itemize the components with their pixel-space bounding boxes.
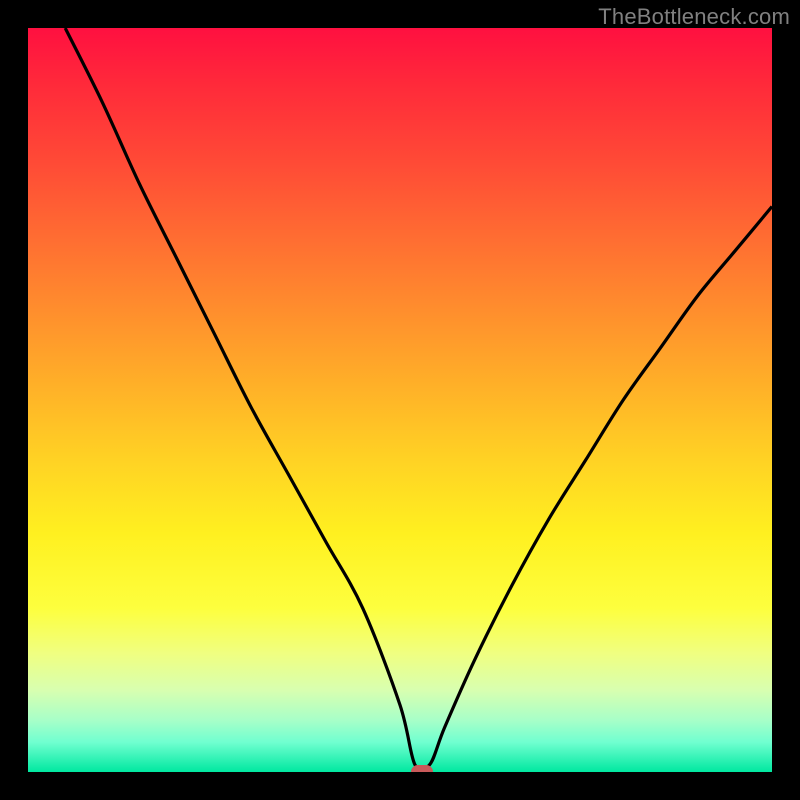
chart-frame: TheBottleneck.com: [0, 0, 800, 800]
optimum-marker: [411, 765, 433, 772]
watermark-text: TheBottleneck.com: [598, 4, 790, 30]
bottleneck-curve-path: [65, 28, 772, 771]
plot-area: [28, 28, 772, 772]
curve-svg: [28, 28, 772, 772]
